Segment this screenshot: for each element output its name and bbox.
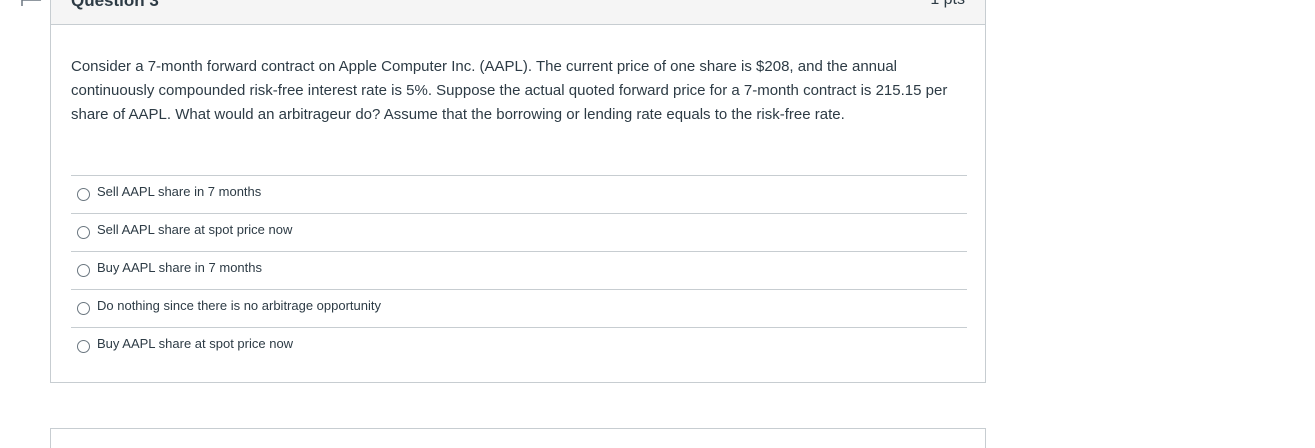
question-text: Consider a 7-month forward contract on A…: [71, 58, 948, 123]
answer-option[interactable]: Buy AAPL share at spot price now: [71, 327, 967, 365]
question-card: Question 3 1 pts Consider a 7-month forw…: [50, 0, 986, 383]
radio-button[interactable]: [77, 302, 90, 315]
radio-button[interactable]: [77, 340, 90, 353]
answer-option[interactable]: Sell AAPL share at spot price now: [71, 213, 967, 251]
answer-label[interactable]: Sell AAPL share at spot price now: [97, 222, 292, 237]
next-question-card: [50, 428, 986, 448]
radio-button[interactable]: [77, 188, 90, 201]
answer-list: Sell AAPL share in 7 months Sell AAPL sh…: [71, 175, 967, 365]
question-points: 1 pts: [930, 0, 965, 9]
answer-label[interactable]: Sell AAPL share in 7 months: [97, 184, 261, 199]
flag-icon[interactable]: [20, 0, 42, 8]
answer-option[interactable]: Do nothing since there is no arbitrage o…: [71, 289, 967, 327]
question-header: Question 3 1 pts: [51, 0, 985, 25]
answer-option[interactable]: Buy AAPL share in 7 months: [71, 251, 967, 289]
answer-label[interactable]: Do nothing since there is no arbitrage o…: [97, 298, 381, 313]
answer-label[interactable]: Buy AAPL share at spot price now: [97, 336, 293, 351]
radio-button[interactable]: [77, 264, 90, 277]
radio-button[interactable]: [77, 226, 90, 239]
answer-label[interactable]: Buy AAPL share in 7 months: [97, 260, 262, 275]
answer-option[interactable]: Sell AAPL share in 7 months: [71, 175, 967, 213]
question-title: Question 3: [71, 0, 159, 10]
